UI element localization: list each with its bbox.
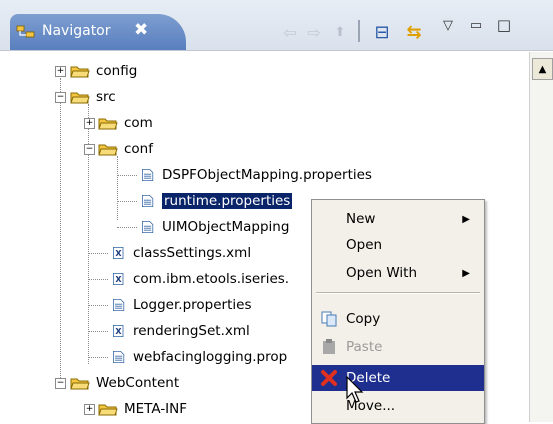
tree-guide — [117, 201, 137, 202]
expand-toggle[interactable]: + — [84, 118, 95, 129]
mouse-pointer-icon — [346, 376, 364, 403]
folder-icon — [98, 118, 118, 130]
tree-guide — [88, 305, 108, 306]
collapse-toggle[interactable]: − — [55, 92, 66, 103]
menu-item-new[interactable]: New ▶ — [312, 206, 484, 232]
tree-item-label: Logger.properties — [133, 297, 252, 313]
properties-file-icon — [113, 299, 125, 311]
svg-text:X: X — [115, 327, 122, 336]
svg-text:X: X — [115, 249, 122, 258]
back-icon[interactable]: ⇦ — [279, 20, 301, 44]
menu-item-delete[interactable]: Delete — [312, 365, 484, 391]
copy-icon — [321, 311, 337, 327]
maximize-icon[interactable]: □ — [494, 13, 514, 37]
up-icon[interactable]: ⬆ — [329, 20, 351, 44]
tree-item-label: DSPFObjectMapping.properties — [162, 167, 372, 183]
tree-guide — [88, 357, 108, 358]
tree-item-src[interactable]: src — [70, 84, 116, 110]
folder-icon — [70, 66, 90, 78]
tree-item-class-settings[interactable]: X classSettings.xml — [111, 240, 251, 266]
navigator-view: Navigator ✖ ⇦ ⇨ ⬆ ⊟ ⇆ ▽ ▭ □ + − + − − + — [0, 0, 553, 424]
tree-guide — [88, 331, 108, 332]
forward-icon[interactable]: ⇨ — [303, 20, 325, 44]
xml-file-icon: X — [113, 325, 124, 337]
menu-item-label: Paste — [346, 339, 383, 355]
paste-icon — [323, 339, 335, 354]
collapse-toggle[interactable]: − — [84, 144, 95, 155]
tree-item-rendering-set[interactable]: X renderingSet.xml — [111, 318, 250, 344]
menu-item-paste[interactable]: Paste — [312, 334, 484, 360]
menu-item-label: Open With — [346, 265, 418, 281]
menu-separator — [316, 292, 480, 294]
tree-item-logger-properties[interactable]: Logger.properties — [111, 292, 251, 318]
properties-file-icon — [113, 351, 125, 363]
collapse-all-icon[interactable]: ⊟ — [371, 20, 393, 44]
tree-item-label: runtime.properties — [160, 192, 294, 210]
view-menu-icon[interactable]: ▽ — [440, 13, 456, 37]
submenu-arrow-icon: ▶ — [462, 267, 470, 279]
tree-item-runtime-properties[interactable]: runtime.properties — [140, 188, 294, 214]
tab-label: Navigator — [42, 23, 111, 39]
scroll-up-button[interactable]: ▲ — [532, 58, 553, 80]
context-menu: New ▶ Open Open With ▶ Copy Paste Delete… — [311, 199, 485, 424]
close-icon[interactable]: ✖ — [134, 20, 148, 40]
tree-item-label: renderingSet.xml — [133, 323, 250, 339]
tree-item-meta-inf[interactable]: META-INF — [98, 396, 187, 422]
tree-item-label: UIMObjectMapping — [162, 219, 290, 235]
tree-item-webcontent[interactable]: WebContent — [70, 370, 179, 396]
tree-item-label: webfacinglogging.prop — [133, 349, 288, 365]
link-editor-icon[interactable]: ⇆ — [402, 20, 426, 44]
tree-item-label: classSettings.xml — [133, 245, 252, 261]
properties-file-icon — [142, 221, 154, 233]
vertical-scrollbar[interactable]: ▲ — [529, 52, 553, 422]
minimize-icon[interactable]: ▭ — [466, 13, 486, 37]
tree-item-config[interactable]: config — [70, 58, 137, 84]
xml-file-icon: X — [113, 247, 124, 259]
tree-item-label: src — [96, 89, 116, 105]
tree-item-com-ibm-etools[interactable]: X com.ibm.etools.iseries. — [111, 266, 289, 292]
folder-open-icon — [98, 144, 118, 156]
navigator-icon — [16, 25, 35, 38]
tree-item-webfacing-logging[interactable]: webfacinglogging.prop — [111, 344, 287, 370]
tree-item-uim-mapping[interactable]: UIMObjectMapping — [140, 214, 289, 240]
svg-text:X: X — [115, 275, 122, 284]
tree-item-conf[interactable]: conf — [98, 136, 153, 162]
folder-icon — [98, 404, 118, 416]
menu-item-copy[interactable]: Copy — [312, 306, 484, 332]
tree-guide — [117, 156, 118, 220]
tree-guide — [117, 227, 137, 228]
collapse-toggle[interactable]: − — [55, 378, 66, 389]
folder-open-icon — [70, 92, 90, 104]
tree-item-label: com — [124, 115, 153, 131]
tree-guide — [88, 279, 108, 280]
tree-item-label: WebContent — [96, 375, 180, 391]
folder-open-icon — [70, 378, 90, 390]
tree-guide — [88, 253, 108, 254]
tree-item-com[interactable]: com — [98, 110, 153, 136]
properties-file-icon — [142, 195, 154, 207]
menu-item-label: Open — [346, 237, 383, 253]
menu-item-label: New — [346, 211, 376, 227]
view-title-bar: Navigator ✖ ⇦ ⇨ ⬆ ⊟ ⇆ ▽ ▭ □ — [0, 0, 553, 51]
xml-file-icon: X — [113, 273, 124, 285]
menu-item-label: Copy — [346, 311, 381, 327]
expand-toggle[interactable]: + — [84, 404, 95, 415]
tree-item-label: com.ibm.etools.iseries. — [133, 271, 290, 287]
menu-item-open[interactable]: Open — [312, 232, 484, 258]
tree-item-label: META-INF — [124, 401, 188, 417]
tree-guide — [88, 104, 89, 364]
menu-item-open-with[interactable]: Open With ▶ — [312, 260, 484, 286]
tab-navigator[interactable]: Navigator ✖ — [10, 14, 186, 50]
tree-item-label: config — [96, 63, 138, 79]
toolbar-separator — [358, 20, 360, 42]
expand-toggle[interactable]: + — [55, 66, 66, 77]
properties-file-icon — [142, 169, 154, 181]
tree-guide — [60, 78, 61, 378]
tree-item-dspf-properties[interactable]: DSPFObjectMapping.properties — [140, 162, 372, 188]
submenu-arrow-icon: ▶ — [462, 213, 470, 225]
tree-guide — [117, 175, 137, 176]
delete-icon — [321, 370, 337, 386]
tree-item-label: conf — [124, 141, 153, 157]
menu-item-move[interactable]: Move... — [312, 393, 484, 419]
